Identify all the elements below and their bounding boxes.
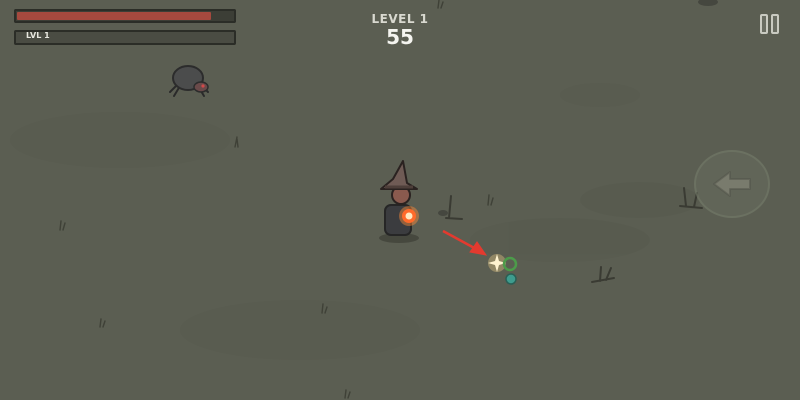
ground-patches	[10, 83, 700, 360]
game-viewport[interactable]: LVL 1 LEVEL 1 55	[0, 0, 800, 400]
fireball	[399, 206, 419, 226]
level-title: LEVEL 1	[371, 12, 429, 26]
health-bar-fill	[17, 12, 211, 20]
xp-bar: LVL 1	[14, 30, 236, 45]
health-bar	[14, 9, 236, 23]
game-world	[10, 0, 718, 399]
countdown-timer: 55	[386, 25, 414, 49]
wizard-player	[379, 160, 419, 243]
pause-button[interactable]	[758, 11, 784, 37]
back-arrow-icon	[713, 171, 751, 197]
spider-enemy	[169, 65, 209, 97]
back-button[interactable]	[694, 150, 770, 218]
rocks	[438, 0, 718, 216]
xp-level-label: LVL 1	[26, 31, 50, 40]
